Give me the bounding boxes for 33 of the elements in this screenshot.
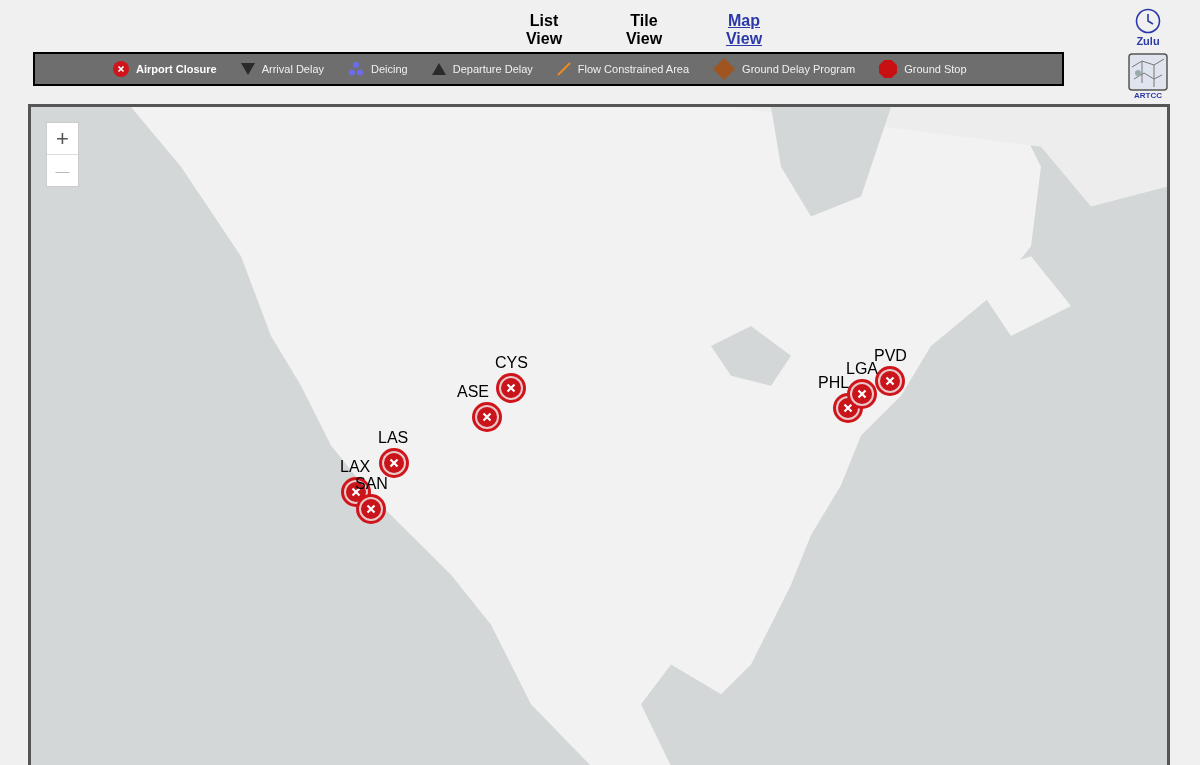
airport-code: CYS bbox=[495, 355, 528, 371]
closure-marker-icon[interactable] bbox=[378, 447, 410, 479]
legend-label[interactable]: Departure Delay bbox=[452, 60, 533, 78]
view-tab[interactable]: List View bbox=[514, 12, 574, 52]
region-map-icon bbox=[1128, 53, 1168, 91]
up-triangle-icon bbox=[431, 63, 446, 75]
legend-label[interactable]: Ground Delay Program bbox=[742, 60, 856, 78]
closure-marker-icon[interactable] bbox=[355, 493, 387, 525]
legend-label[interactable]: Deicing bbox=[371, 60, 408, 78]
line-icon bbox=[556, 62, 571, 76]
airport-code: ASE bbox=[457, 384, 489, 400]
zulu-clock-button[interactable]: Zulu bbox=[1135, 8, 1161, 47]
legend-label[interactable]: Airport Closure bbox=[136, 60, 217, 78]
airport-code: LGA bbox=[846, 361, 878, 377]
legend-label[interactable]: Flow Constrained Area bbox=[577, 60, 690, 78]
closure-marker-icon[interactable] bbox=[471, 401, 503, 433]
airport-code: PVD bbox=[874, 348, 907, 364]
zoom-in-button[interactable]: + bbox=[47, 123, 78, 155]
view-tab[interactable]: Map View bbox=[714, 12, 774, 52]
down-triangle-icon bbox=[240, 63, 255, 75]
airport-code: LAX bbox=[340, 459, 371, 475]
legend-label[interactable]: Arrival Delay bbox=[261, 60, 325, 78]
view-tab[interactable]: Tile View bbox=[614, 12, 674, 52]
legend-label[interactable]: Ground Stop bbox=[904, 60, 967, 78]
diamond-icon bbox=[713, 58, 736, 80]
clock-icon bbox=[1135, 8, 1161, 34]
droplets-icon bbox=[348, 61, 365, 77]
airport-code: LAS bbox=[378, 430, 409, 446]
closure-marker-icon[interactable] bbox=[495, 372, 527, 404]
octagon-icon bbox=[879, 60, 898, 78]
closure-icon bbox=[113, 61, 129, 77]
airport-code: PHL bbox=[818, 375, 850, 391]
artcc-button[interactable]: ARTCC bbox=[1128, 53, 1168, 100]
